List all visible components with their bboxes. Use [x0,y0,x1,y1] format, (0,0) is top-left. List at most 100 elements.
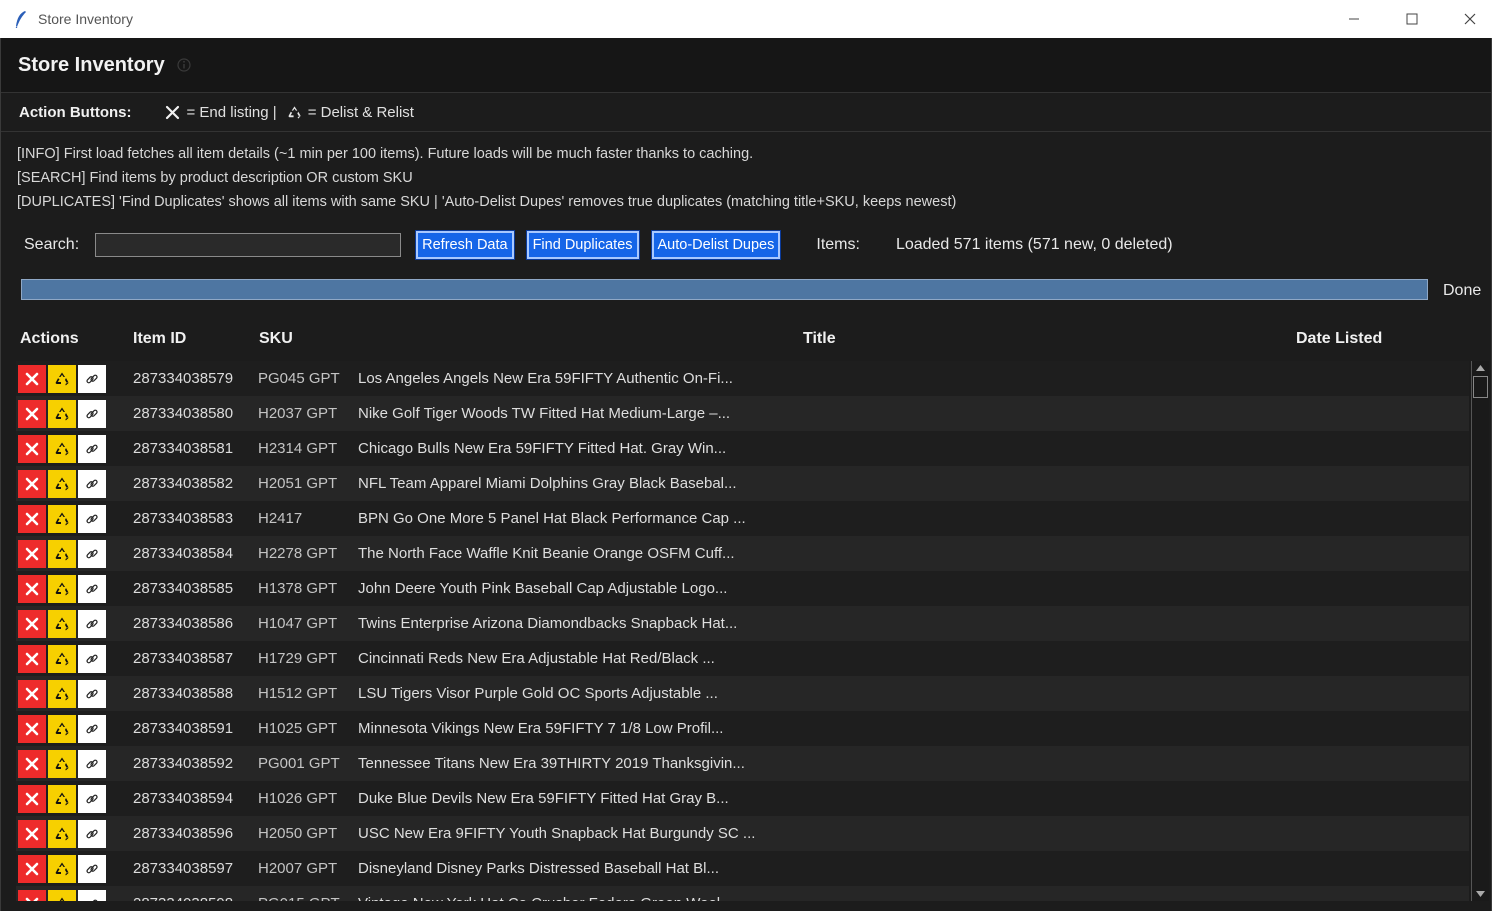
sku-cell: H2278 GPT [258,545,338,562]
column-sku[interactable]: SKU [259,330,293,348]
end-listing-button[interactable] [18,539,46,568]
link-icon [86,829,98,838]
delist-relist-button[interactable] [48,644,76,673]
scroll-up-button[interactable] [1472,361,1489,375]
delist-relist-button[interactable] [48,364,76,393]
column-actions[interactable]: Actions [20,330,79,348]
table-row[interactable]: 287334038592 PG001 GPT Tennessee Titans Ne… [16,746,1469,781]
delist-relist-button[interactable] [48,539,76,568]
open-link-button[interactable] [78,539,106,568]
search-input[interactable] [95,233,402,257]
column-item-id[interactable]: Item ID [133,330,186,348]
end-listing-button[interactable] [18,434,46,463]
search-label: Search: [24,236,80,253]
column-title[interactable]: Title [803,330,836,348]
auto-delist-dupes-button[interactable]: Auto-Delist Dupes [650,230,782,260]
end-listing-button[interactable] [18,854,46,883]
table-row[interactable]: 287334038591 H1025 GPT Minnesota Vikings N… [16,711,1469,746]
table-row[interactable]: 287334038583 H2417 BPN Go One More 5 Panel… [16,501,1469,536]
refresh-data-button[interactable]: Refresh Data [415,230,515,260]
open-link-button[interactable] [78,399,106,428]
scroll-thumb[interactable] [1473,376,1488,398]
end-listing-button[interactable] [18,819,46,848]
table-row[interactable]: 287334038581 H2314 GPT Chicago Bulls New E… [16,431,1469,466]
table-row[interactable]: 287334038579 PG045 GPT Los Angeles Angels … [16,361,1469,396]
open-link-button[interactable] [78,609,106,638]
delist-relist-button[interactable] [48,749,76,778]
end-listing-button[interactable] [18,574,46,603]
table-row[interactable]: 287334038585 H1378 GPT John Deere Youth Pi… [16,571,1469,606]
open-link-button[interactable] [78,679,106,708]
end-listing-button[interactable] [18,399,46,428]
link-icon [86,549,98,558]
title-cell: Tennessee Titans New Era 39THIRTY 2019 T… [358,755,745,772]
table-row[interactable]: 287334038586 H1047 GPT Twins Enterprise Ar… [16,606,1469,641]
delist-relist-button[interactable] [48,819,76,848]
minimize-button[interactable] [1325,0,1383,38]
item-id-cell: 287334038588 [133,685,234,702]
delist-relist-button[interactable] [48,854,76,883]
table-row[interactable]: 287334038598 PG015 GPT Vintage New York Ha… [16,886,1469,901]
close-button[interactable] [1441,0,1492,38]
delist-relist-button[interactable] [48,434,76,463]
end-listing-button[interactable] [18,469,46,498]
end-listing-button[interactable] [18,784,46,813]
delist-relist-button[interactable] [48,714,76,743]
x-icon [25,862,39,875]
end-listing-button[interactable] [18,504,46,533]
open-link-button[interactable] [78,784,106,813]
table-row[interactable]: 287334038587 H1729 GPT Cincinnati Reds New… [16,641,1469,676]
open-link-button[interactable] [78,364,106,393]
delist-relist-button[interactable] [48,609,76,638]
table-scrollbar[interactable] [1471,361,1489,901]
maximize-button[interactable] [1383,0,1441,38]
open-link-button[interactable] [78,714,106,743]
end-listing-button[interactable] [18,364,46,393]
item-id-cell: 287334038584 [133,545,234,562]
recycle-icon [55,757,69,770]
open-link-button[interactable] [78,889,106,901]
info-icon[interactable] [177,58,191,72]
open-link-button[interactable] [78,504,106,533]
open-link-button[interactable] [78,854,106,883]
end-listing-button[interactable] [18,749,46,778]
delist-relist-button[interactable] [48,399,76,428]
sku-cell: H1026 GPT [258,790,338,807]
end-listing-button[interactable] [18,644,46,673]
delist-relist-button[interactable] [48,679,76,708]
end-listing-button[interactable] [18,609,46,638]
table-row[interactable]: 287334038594 H1026 GPT Duke Blue Devils Ne… [16,781,1469,816]
delist-relist-button[interactable] [48,574,76,603]
x-icon [25,617,39,630]
delist-relist-button[interactable] [48,889,76,901]
find-duplicates-button[interactable]: Find Duplicates [525,230,640,260]
link-icon [86,724,98,733]
end-listing-button[interactable] [18,889,46,901]
open-link-button[interactable] [78,469,106,498]
open-link-button[interactable] [78,819,106,848]
table-row[interactable]: 287334038596 H2050 GPT USC New Era 9FIFTY … [16,816,1469,851]
table-row[interactable]: 287334038584 H2278 GPT The North Face Waff… [16,536,1469,571]
table-row[interactable]: 287334038582 H2051 GPT NFL Team Apparel Mi… [16,466,1469,501]
delist-relist-button[interactable] [48,784,76,813]
legend-relist-text: = Delist & Relist [307,104,414,121]
open-link-button[interactable] [78,749,106,778]
sku-cell: H2037 GPT [258,405,338,422]
table-row[interactable]: 287334038588 H1512 GPT LSU Tigers Visor Pu… [16,676,1469,711]
end-listing-button[interactable] [18,714,46,743]
scroll-down-button[interactable] [1472,887,1489,901]
delist-relist-button[interactable] [48,504,76,533]
open-link-button[interactable] [78,574,106,603]
end-listing-button[interactable] [18,679,46,708]
open-link-button[interactable] [78,644,106,673]
recycle-icon [55,512,69,525]
column-date-listed[interactable]: Date Listed [1296,330,1382,348]
x-icon [25,722,39,735]
title-cell: Nike Golf Tiger Woods TW Fitted Hat Medi… [358,405,731,422]
maximize-icon [1406,13,1418,25]
delist-relist-button[interactable] [48,469,76,498]
open-link-button[interactable] [78,434,106,463]
info-line-duplicates: [DUPLICATES] 'Find Duplicates' shows all… [17,194,957,210]
table-row[interactable]: 287334038597 H2007 GPT Disneyland Disney P… [16,851,1469,886]
table-row[interactable]: 287334038580 H2037 GPT Nike Golf Tiger Woo… [16,396,1469,431]
